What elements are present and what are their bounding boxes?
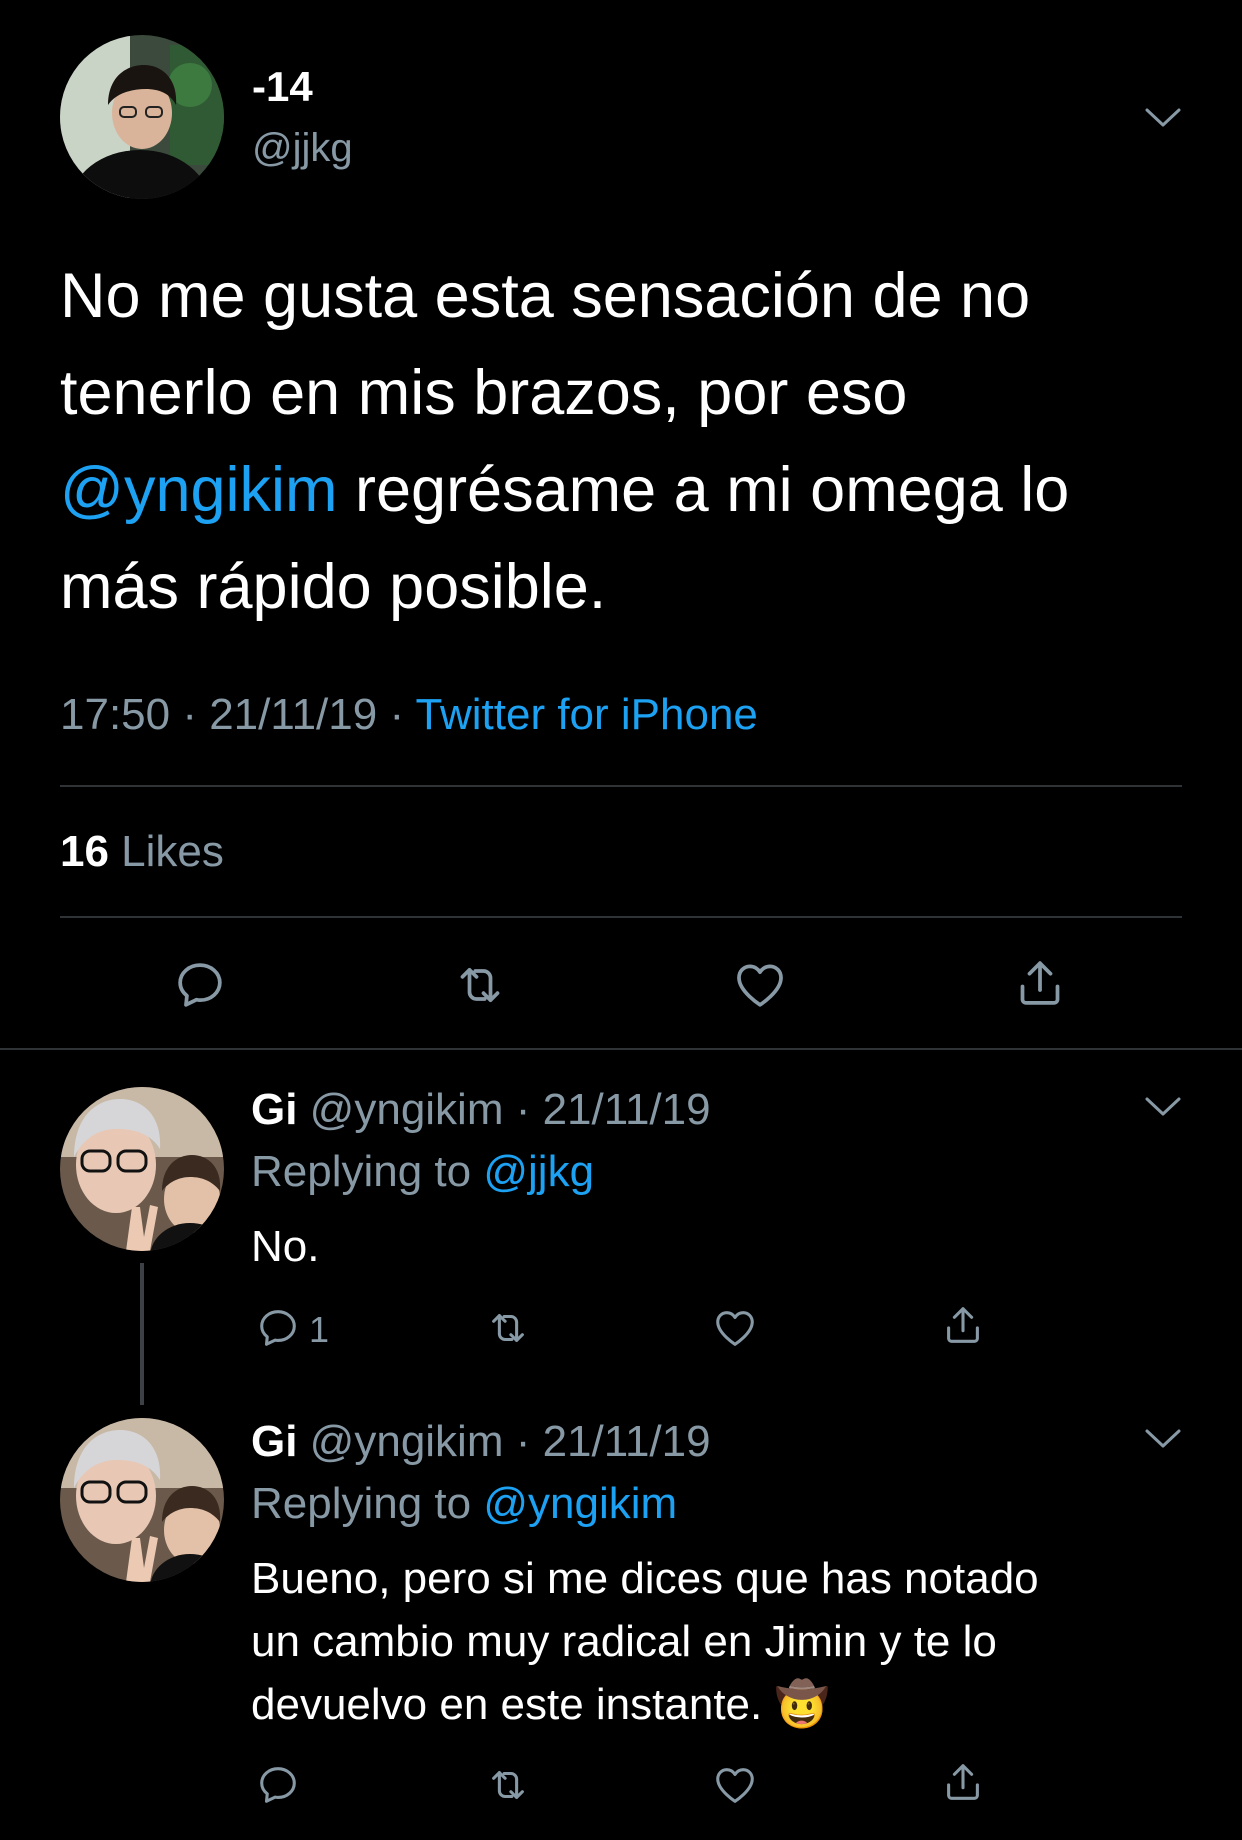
chevron-down-icon[interactable] [1143,1424,1183,1454]
share-icon[interactable] [940,1302,986,1348]
tweet-meta: 17:50 · 21/11/19 · Twitter for iPhone [60,690,758,740]
avatar[interactable] [60,1418,224,1582]
replying-to: Replying to @jjkg [251,1147,594,1197]
reply-text-line: un cambio muy radical en Jimin y te lo [251,1617,997,1666]
reply-text-line: No. [251,1222,320,1271]
mention-link[interactable]: @jjkg [483,1147,594,1196]
retweet-icon[interactable] [485,1762,531,1808]
avatar[interactable] [60,1087,224,1251]
reply-handle-date[interactable]: @yngikim · 21/11/19 [297,1417,711,1466]
tweet-text-line-part: tenerlo en mis brazos, por eso [60,358,908,428]
reply-header: Gi @yngikim · 21/11/19 [251,1085,711,1135]
like-icon[interactable] [712,1762,758,1808]
reply-icon[interactable] [255,1305,301,1351]
like-icon[interactable] [732,957,788,1013]
reply-text-line: Bueno, pero si me dices que has notado [251,1554,1039,1603]
avatar[interactable] [60,35,224,199]
tweet-text-line-part: regrésame a mi omega lo [337,455,1070,525]
likes-count: 16 [60,827,109,876]
reply-header: Gi @yngikim · 21/11/19 [251,1417,711,1467]
retweet-icon[interactable] [485,1305,531,1351]
replying-label: Replying to [251,1147,484,1196]
reply-text-line: devuelvo en este instante. 🤠 [251,1680,830,1729]
tweet-text-line: tenerlo en mis brazos, por eso [60,345,1180,442]
tweet-text-line: más rápido posible. [60,552,607,622]
like-icon[interactable] [712,1305,758,1351]
reply-count: 1 [309,1309,330,1350]
tweet-source-link[interactable]: Twitter for iPhone [416,690,758,739]
thread-line [140,1263,144,1405]
replying-label: Replying to [251,1479,484,1528]
share-icon[interactable] [1012,955,1068,1011]
main-tweet: -14 @jjkg No me gusta esta sensación de … [0,0,1242,1050]
divider [60,916,1182,918]
share-icon[interactable] [940,1759,986,1805]
tweet-text-line: @yngikim regrésame a mi omega lo [60,442,1180,539]
reply-text: No. [251,1215,319,1278]
mention-link[interactable]: @yngikim [483,1479,677,1528]
reply-text: Bueno, pero si me dices que has notado u… [251,1547,1039,1736]
display-name[interactable]: -14 [252,63,313,111]
user-handle[interactable]: @jjkg [252,126,353,171]
reply-icon[interactable] [255,1762,301,1808]
divider [0,1048,1242,1050]
display-name[interactable]: Gi [251,1417,297,1466]
mention-link[interactable]: @yngikim [60,455,338,525]
likes-label: Likes [108,827,224,876]
tweet-timestamp: 17:50 · 21/11/19 · [60,690,416,739]
divider [60,785,1182,787]
tweet-text-line: No me gusta esta sensación de no [60,261,1031,331]
display-name[interactable]: Gi [251,1085,297,1134]
retweet-icon[interactable] [452,957,508,1013]
reply-icon[interactable] [172,957,228,1013]
tweet-text: No me gusta esta sensación de no tenerlo… [60,248,1180,636]
chevron-down-icon[interactable] [1143,103,1183,133]
reply-handle-date[interactable]: @yngikim · 21/11/19 [297,1085,711,1134]
replying-to: Replying to @yngikim [251,1479,677,1529]
likes-summary[interactable]: 16 Likes [60,827,224,877]
chevron-down-icon[interactable] [1143,1092,1183,1122]
